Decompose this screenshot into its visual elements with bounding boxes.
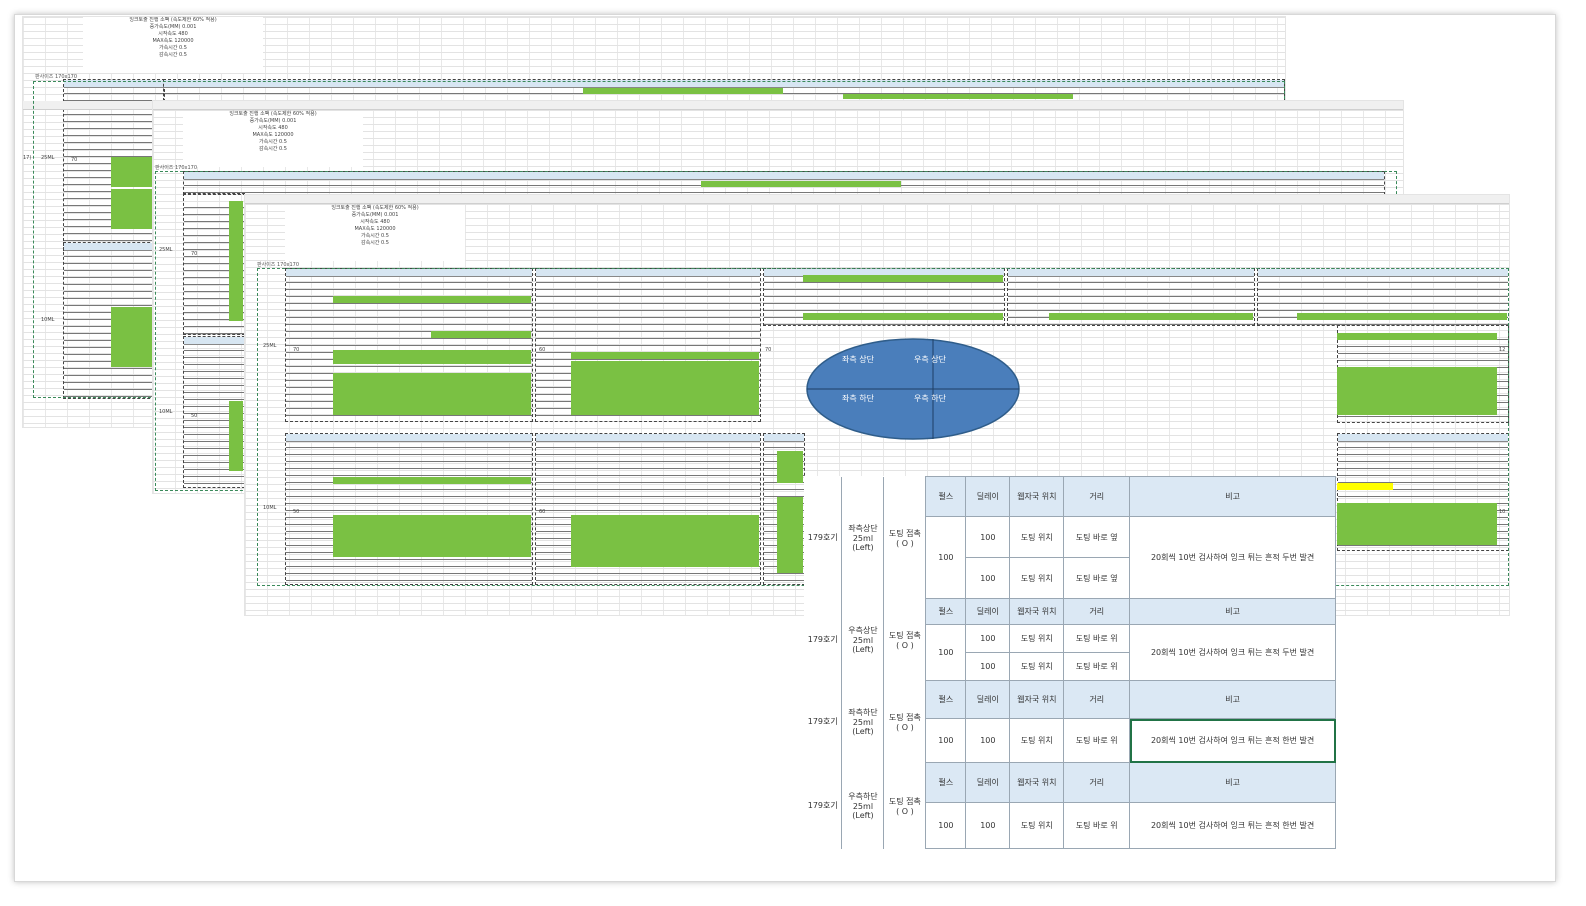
- column-header-cell[interactable]: 딜레이: [965, 476, 1011, 517]
- table-row: 179호기 좌측하단 25ml (Left) 도팅 접촉( O ) 펄스 딜레이 웹자국 위치…: [804, 680, 1336, 763]
- param-start: 시작속도 480: [258, 125, 288, 131]
- contact-label[interactable]: 도팅 접촉( O ): [883, 476, 927, 599]
- table-row: 179호기 우측하단 25ml (Left) 도팅 접촉( O ) 펄스 딜레이 웹자국 위치…: [804, 762, 1336, 849]
- results-table: 179호기 좌측상단 25ml (Left) 도팅 접촉( O ) 펄스 딜레이 웹자국 위치…: [804, 476, 1336, 849]
- column-header-cell[interactable]: 웹자국 위치: [1009, 476, 1065, 517]
- sheet-tag: 판사이즈 170x170: [257, 262, 300, 268]
- column-header-cell[interactable]: 비고: [1129, 598, 1336, 625]
- delay-cell[interactable]: 100: [965, 624, 1011, 653]
- column-header-cell[interactable]: 딜레이: [965, 762, 1011, 803]
- column-header-cell[interactable]: 펄스: [925, 680, 967, 719]
- table-row: 179호기 좌측상단 25ml (Left) 도팅 접촉( O ) 펄스 딜레이 웹자국 위치…: [804, 476, 1336, 599]
- param-box: 잉크토출 진행 소팩 (속도제한 60% 적용) 증가속도(MM) 0.001 …: [285, 205, 465, 261]
- column-header-cell[interactable]: 비고: [1129, 476, 1336, 517]
- param-max: MAX속도 120000: [354, 226, 396, 232]
- column-header-cell[interactable]: 딜레이: [965, 680, 1011, 719]
- note-cell[interactable]: 20회씩 10번 검사하여 잉크 튀는 흔적 한번 발견: [1129, 718, 1336, 763]
- delay-cell[interactable]: 100: [965, 652, 1011, 681]
- column-header-cell[interactable]: 웹자국 위치: [1009, 680, 1065, 719]
- mark-cell[interactable]: 도팅 위치: [1009, 557, 1065, 599]
- distance-cell[interactable]: 도팅 바로 위: [1063, 802, 1131, 849]
- column-header: [153, 101, 1403, 110]
- position-label[interactable]: 우측하단 25ml (Left): [841, 762, 885, 849]
- distance-cell[interactable]: 도팅 바로 위: [1063, 652, 1131, 681]
- param-decel-time: 감속시간 0.5: [159, 52, 187, 58]
- column-header-cell[interactable]: 거리: [1063, 762, 1131, 803]
- column-header: [245, 195, 1509, 204]
- note-cell[interactable]: 20회씩 10번 검사하여 잉크 튀는 흔적 한번 발견: [1129, 802, 1336, 849]
- mark-cell[interactable]: 도팅 위치: [1009, 718, 1065, 763]
- pulse-cell[interactable]: 100: [925, 516, 967, 599]
- param-accel: 증가속도(MM) 0.001: [351, 212, 399, 218]
- param-start: 시작속도 480: [158, 31, 188, 37]
- param-box: 잉크토출 진행 소팩 (속도제한 60% 적용) 증가속도(MM) 0.001 …: [83, 17, 263, 73]
- column-header-cell[interactable]: 비고: [1129, 680, 1336, 719]
- param-title: 잉크토출 진행 소팩 (속도제한 60% 적용): [229, 111, 317, 117]
- param-start: 시작속도 480: [360, 219, 390, 225]
- machine-label[interactable]: 179호기: [804, 680, 843, 763]
- contact-label[interactable]: 도팅 접촉( O ): [883, 598, 927, 681]
- sheet-tag: 판사이즈 170x170: [155, 165, 198, 171]
- column-header-cell[interactable]: 펄스: [925, 476, 967, 517]
- quadrant-bottom-left: 좌측 하단: [842, 394, 874, 403]
- position-label[interactable]: 우측상단 25ml (Left): [841, 598, 885, 681]
- row-label: 17): [23, 155, 32, 161]
- contact-label[interactable]: 도팅 접촉( O ): [883, 762, 927, 849]
- quadrant-ellipse: 좌측 상단 우측 상단 좌측 하단 우측 하단: [806, 338, 1020, 440]
- pulse-cell[interactable]: 100: [925, 718, 967, 763]
- machine-label[interactable]: 179호기: [804, 598, 843, 681]
- quadrant-top-right: 우측 상단: [914, 355, 946, 364]
- column-header-cell[interactable]: 거리: [1063, 476, 1131, 517]
- param-accel-time: 가속시간 0.5: [259, 139, 287, 145]
- column-header-cell[interactable]: 웹자국 위치: [1009, 762, 1065, 803]
- column-header-cell[interactable]: 펄스: [925, 598, 967, 625]
- param-max: MAX속도 120000: [152, 38, 194, 44]
- pulse-cell[interactable]: 100: [925, 624, 967, 681]
- machine-label[interactable]: 179호기: [804, 762, 843, 849]
- quadrant-top-left: 좌측 상단: [842, 355, 874, 364]
- quadrant-bottom-right: 우측 하단: [914, 394, 946, 403]
- param-title: 잉크토출 진행 소팩 (속도제한 60% 적용): [129, 17, 217, 23]
- delay-cell[interactable]: 100: [965, 802, 1011, 849]
- distance-cell[interactable]: 도팅 바로 위: [1063, 624, 1131, 653]
- param-decel-time: 감속시간 0.5: [259, 146, 287, 152]
- pulse-cell[interactable]: 100: [925, 802, 967, 849]
- param-accel: 증가속도(MM) 0.001: [149, 24, 197, 30]
- distance-cell[interactable]: 도팅 바로 옆: [1063, 516, 1131, 558]
- param-accel-time: 가속시간 0.5: [159, 45, 187, 51]
- param-title: 잉크토출 진행 소팩 (속도제한 60% 적용): [331, 205, 419, 211]
- machine-label[interactable]: 179호기: [804, 476, 843, 599]
- param-accel-time: 가속시간 0.5: [361, 233, 389, 239]
- delay-cell[interactable]: 100: [965, 718, 1011, 763]
- mark-cell[interactable]: 도팅 위치: [1009, 652, 1065, 681]
- position-label[interactable]: 좌측하단 25ml (Left): [841, 680, 885, 763]
- param-decel-time: 감속시간 0.5: [361, 240, 389, 246]
- distance-cell[interactable]: 도팅 바로 옆: [1063, 557, 1131, 599]
- distance-cell[interactable]: 도팅 바로 위: [1063, 718, 1131, 763]
- mark-cell[interactable]: 도팅 위치: [1009, 624, 1065, 653]
- position-label[interactable]: 좌측상단 25ml (Left): [841, 476, 885, 599]
- mark-cell[interactable]: 도팅 위치: [1009, 516, 1065, 558]
- note-cell[interactable]: 20회씩 10번 검사하여 잉크 튀는 흔적 두번 발견: [1129, 516, 1336, 599]
- delay-cell[interactable]: 100: [965, 516, 1011, 558]
- param-max: MAX속도 120000: [252, 132, 294, 138]
- column-header-cell[interactable]: 거리: [1063, 680, 1131, 719]
- column-header-cell[interactable]: 거리: [1063, 598, 1131, 625]
- param-accel: 증가속도(MM) 0.001: [249, 118, 297, 124]
- ellipse-shape: [806, 338, 1020, 440]
- mark-cell[interactable]: 도팅 위치: [1009, 802, 1065, 849]
- column-header-cell[interactable]: 비고: [1129, 762, 1336, 803]
- column-header-cell[interactable]: 펄스: [925, 762, 967, 803]
- table-row: 179호기 우측상단 25ml (Left) 도팅 접촉( O ) 펄스 딜레이 웹자국 위치…: [804, 598, 1336, 681]
- note-cell[interactable]: 20회씩 10번 검사하여 잉크 튀는 흔적 두번 발견: [1129, 624, 1336, 681]
- column-header-cell[interactable]: 딜레이: [965, 598, 1011, 625]
- delay-cell[interactable]: 100: [965, 557, 1011, 599]
- column-header-cell[interactable]: 웹자국 위치: [1009, 598, 1065, 625]
- param-box: 잉크토출 진행 소팩 (속도제한 60% 적용) 증가속도(MM) 0.001 …: [183, 111, 363, 167]
- contact-label[interactable]: 도팅 접촉( O ): [883, 680, 927, 763]
